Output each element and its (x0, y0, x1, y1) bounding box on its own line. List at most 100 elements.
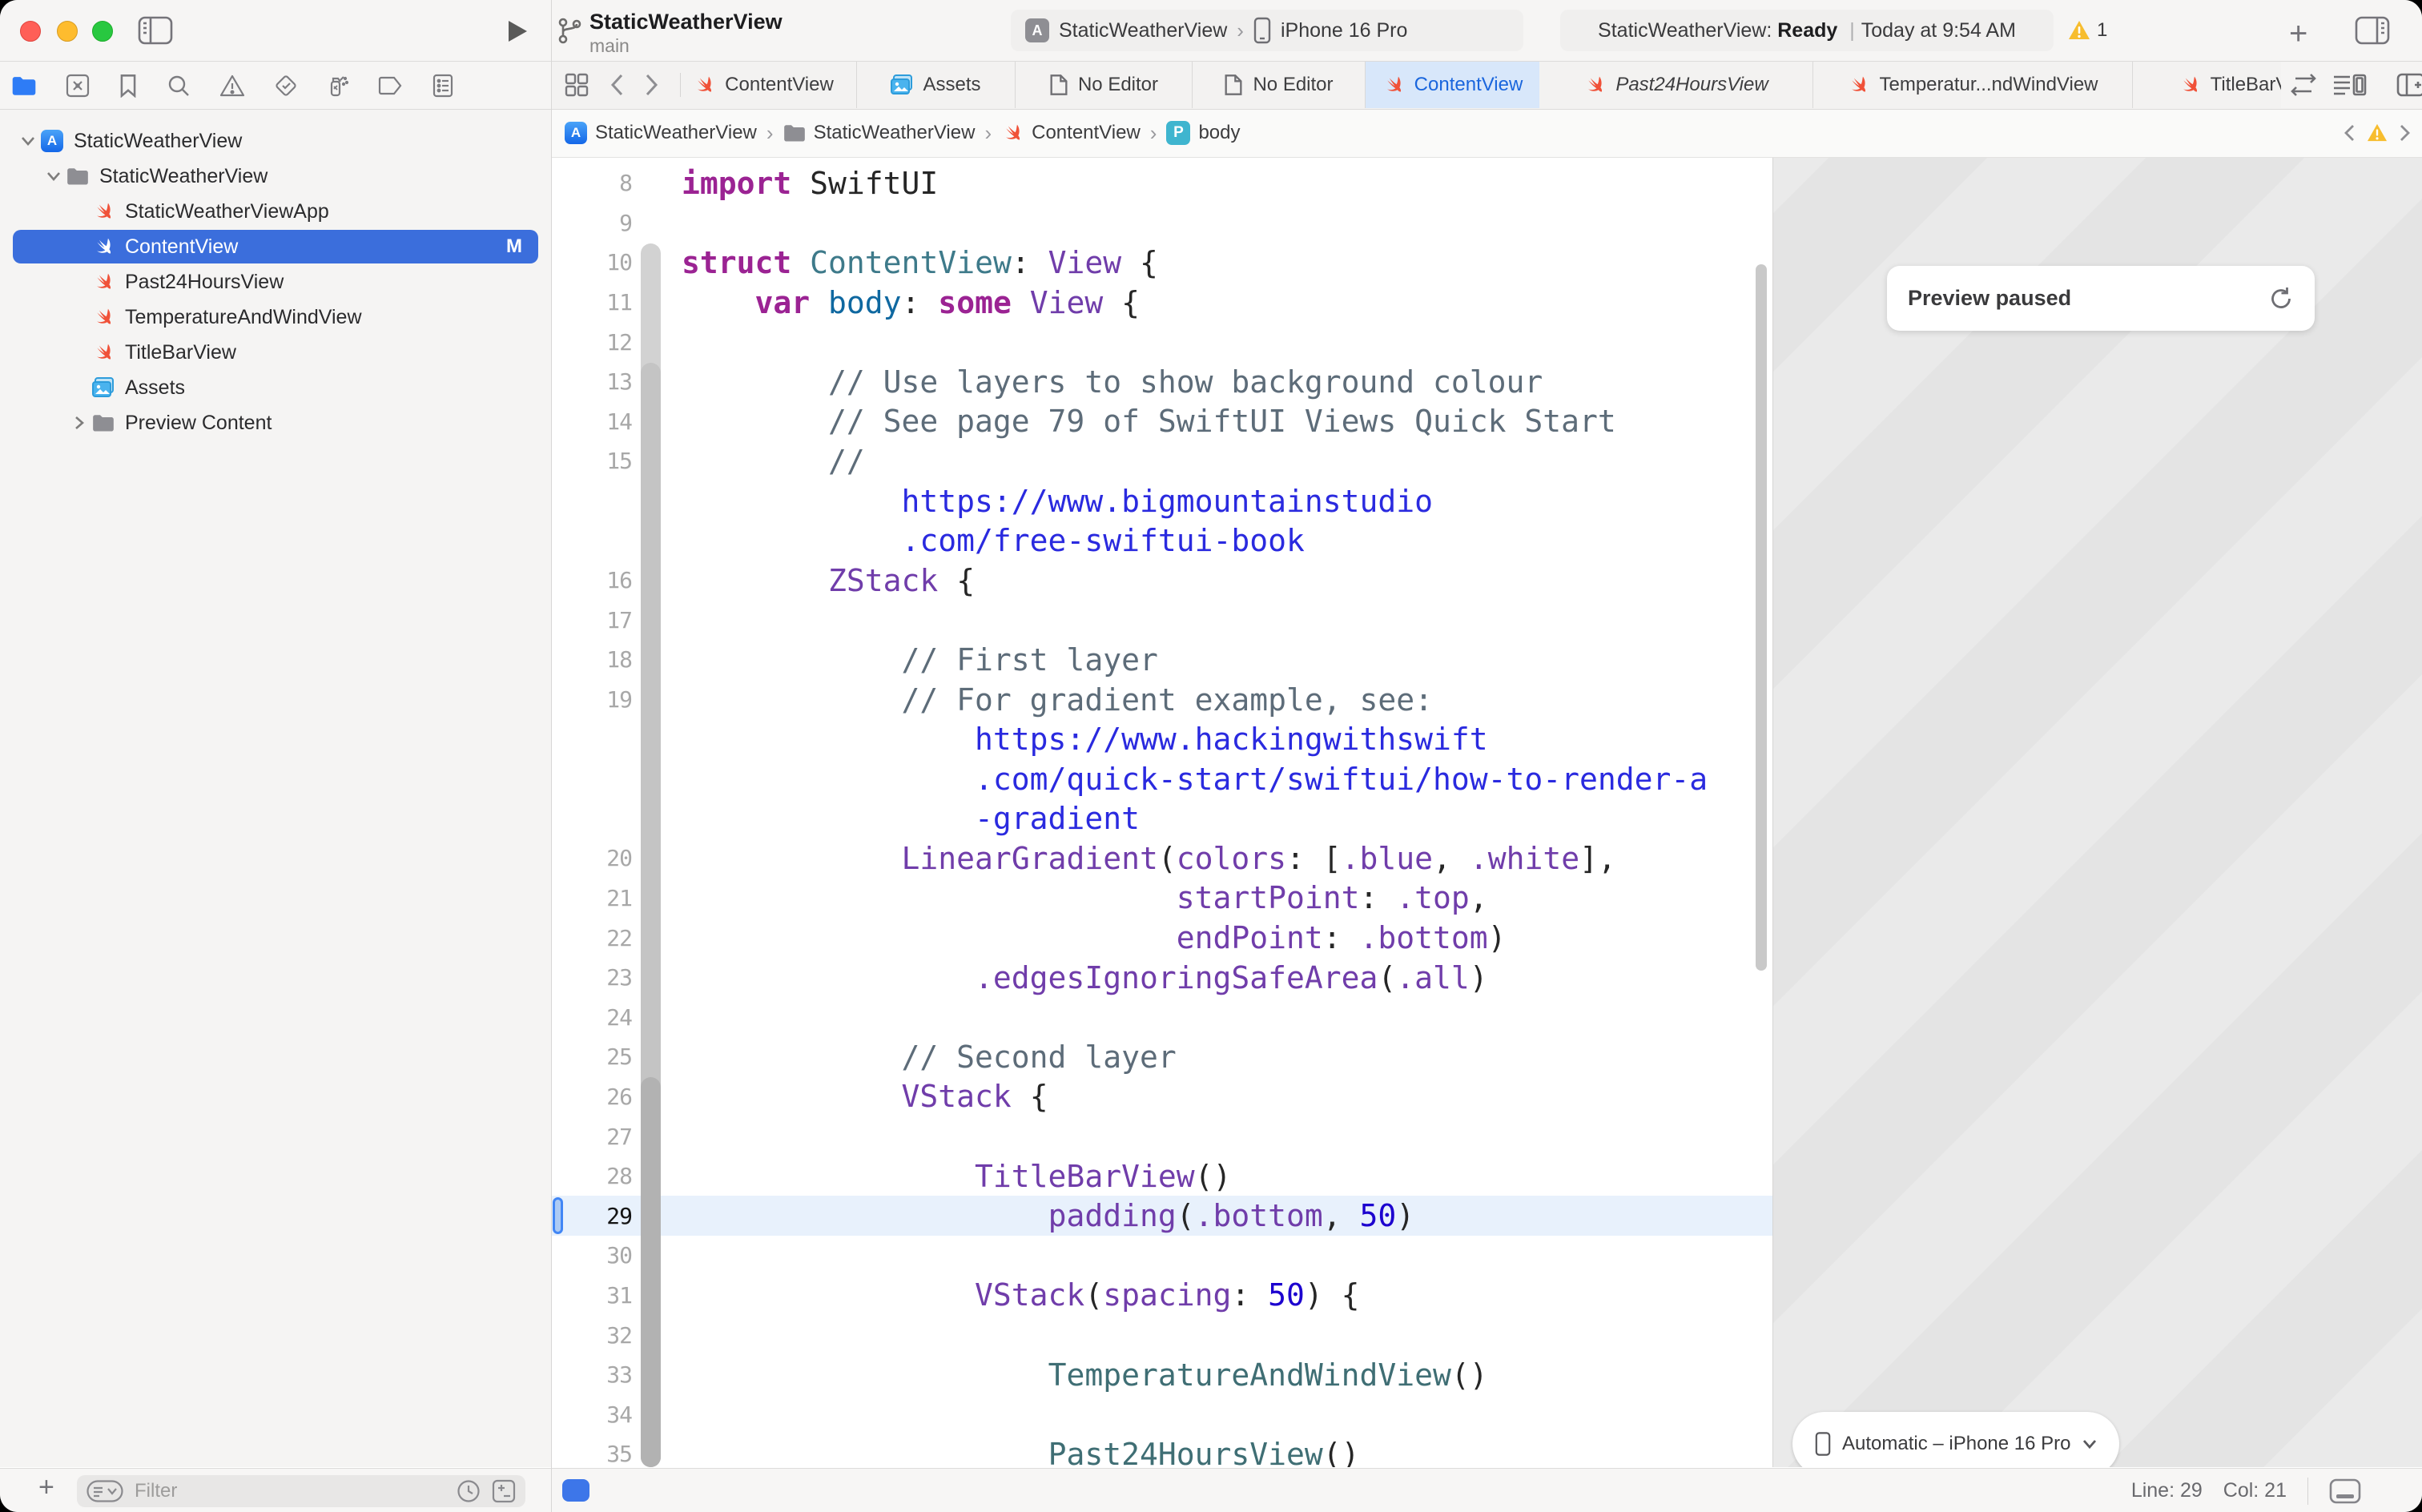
line-number[interactable]: 34 (563, 1401, 632, 1428)
tab-assets[interactable]: Assets (857, 62, 1016, 108)
code-line-30[interactable]: 30 (552, 1236, 1772, 1276)
code-text[interactable]: TemperatureAndWindView() (682, 1357, 1488, 1393)
sidebar-item-staticweatherview[interactable]: AStaticWeatherView (0, 123, 551, 159)
code-text[interactable]: struct ContentView: View { (682, 245, 1158, 280)
line-number[interactable]: 21 (563, 885, 632, 911)
sidebar-item-past24hoursview[interactable]: Past24HoursView (0, 264, 551, 300)
sidebar-item-temperatureandwindview[interactable]: TemperatureAndWindView (0, 300, 551, 335)
editor-preview-divider[interactable] (1772, 158, 1773, 1467)
line-number[interactable]: 28 (563, 1163, 632, 1189)
code-text[interactable]: import SwiftUI (682, 166, 938, 201)
code-line-19[interactable]: 19 // For gradient example, see: (552, 680, 1772, 720)
issues-icon[interactable] (219, 74, 245, 97)
editor-scrollbar[interactable] (1756, 264, 1767, 971)
line-number[interactable]: 9 (563, 210, 632, 236)
tab-contentview[interactable]: ContentView (1366, 62, 1539, 108)
code-line-10[interactable]: 10 struct ContentView: View { (552, 243, 1772, 283)
line-number[interactable]: 19 (563, 686, 632, 713)
tests-icon[interactable] (274, 74, 298, 98)
run-button[interactable] (503, 18, 530, 45)
code-line-24[interactable]: 24 (552, 997, 1772, 1037)
code-text[interactable]: // For gradient example, see: (682, 682, 1433, 718)
source-control-filter-icon[interactable] (492, 1479, 516, 1503)
line-number[interactable]: 18 (563, 646, 632, 673)
disclosure-down-icon[interactable] (43, 171, 64, 181)
code-line-14[interactable]: 14 // See page 79 of SwiftUI Views Quick… (552, 402, 1772, 442)
previous-issue-icon[interactable] (2344, 123, 2356, 143)
refresh-icon[interactable] (2268, 286, 2294, 312)
code-line-31[interactable]: 31 VStack(spacing: 50) { (552, 1276, 1772, 1316)
line-number[interactable]: 32 (563, 1322, 632, 1349)
source-editor[interactable]: 8import SwiftUI 9 10 struct ContentView: Vi… (552, 158, 1772, 1467)
line-number[interactable]: 33 (563, 1361, 632, 1388)
code-line-18[interactable]: 18 // First layer (552, 640, 1772, 680)
preview-device-selector[interactable]: Automatic – iPhone 16 Pro (1792, 1412, 2119, 1467)
code-text[interactable]: // Second layer (682, 1040, 1177, 1075)
code-text[interactable]: VStack(spacing: 50) { (682, 1277, 1360, 1313)
code-line-23[interactable]: 23 .edgesIgnoringSafeArea(.all) (552, 958, 1772, 998)
code-text[interactable]: .edgesIgnoringSafeArea(.all) (682, 960, 1488, 995)
warning-count-badge[interactable]: 1 (2068, 19, 2107, 42)
minimize-window-button[interactable] (57, 21, 78, 42)
code-text[interactable]: padding(.bottom, 50) (682, 1198, 1414, 1233)
recent-files-icon[interactable] (457, 1479, 481, 1503)
sidebar-divider[interactable] (551, 0, 552, 1512)
code-text[interactable]: Past24HoursView() (682, 1437, 1360, 1467)
line-number[interactable]: 27 (563, 1124, 632, 1150)
code-line-wrap[interactable]: -gradient (552, 799, 1772, 839)
code-text[interactable]: // First layer (682, 642, 1158, 678)
breadcrumb-body[interactable]: Pbody (1166, 121, 1240, 145)
folder-icon[interactable] (11, 75, 37, 96)
tab-no-editor[interactable]: No Editor (1193, 62, 1366, 108)
search-icon[interactable] (167, 74, 191, 98)
breakpoints-icon[interactable] (378, 76, 404, 95)
line-number[interactable]: 24 (563, 1004, 632, 1031)
disclosure-down-icon[interactable] (18, 136, 38, 146)
breadcrumb-contentview[interactable]: ContentView (1001, 122, 1141, 144)
line-number[interactable]: 26 (563, 1084, 632, 1110)
code-line-22[interactable]: 22 endPoint: .bottom) (552, 918, 1772, 958)
line-number[interactable]: 31 (563, 1282, 632, 1309)
tab-no-editor[interactable]: No Editor (1016, 62, 1193, 108)
code-line-wrap[interactable]: .com/quick-start/swiftui/how-to-render-a (552, 759, 1772, 799)
disclosure-right-icon[interactable] (69, 416, 90, 430)
code-text[interactable]: https://www.hackingwithswift (682, 722, 1488, 757)
code-text[interactable]: LinearGradient(colors: [.blue, .white], (682, 841, 1616, 876)
debug-icon[interactable] (327, 74, 349, 98)
add-tab-button[interactable]: + (2289, 16, 2307, 52)
activity-status[interactable]: StaticWeatherView: Ready |Today at 9:54 … (1560, 10, 2054, 51)
breadcrumb-staticweatherview[interactable]: AStaticWeatherView (565, 122, 757, 144)
tab-temperatur-ndwindview[interactable]: Temperatur...ndWindView (1813, 62, 2133, 108)
reports-icon[interactable] (432, 74, 453, 98)
code-line-34[interactable]: 34 (552, 1394, 1772, 1434)
code-text[interactable]: var body: some View { (682, 285, 1140, 320)
line-number[interactable]: 13 (563, 368, 632, 395)
code-text[interactable]: // See page 79 of SwiftUI Views Quick St… (682, 404, 1616, 439)
next-issue-icon[interactable] (2399, 123, 2411, 143)
close-window-button[interactable] (20, 21, 41, 42)
tab-past24hoursview[interactable]: Past24HoursView (1539, 62, 1813, 108)
code-text[interactable]: .com/quick-start/swiftui/how-to-render-a (682, 762, 1708, 797)
toggle-inspector-icon[interactable] (2355, 16, 2390, 45)
line-number[interactable]: 12 (563, 329, 632, 356)
code-line-16[interactable]: 16 ZStack { (552, 561, 1772, 601)
code-text[interactable]: .com/free-swiftui-book (682, 523, 1305, 558)
code-text[interactable]: https://www.bigmountainstudio (682, 484, 1433, 519)
source-control-icon[interactable] (66, 74, 90, 98)
code-line-26[interactable]: 26 VStack { (552, 1077, 1772, 1117)
line-number[interactable]: 15 (563, 448, 632, 474)
toggle-navigator-icon[interactable] (138, 16, 173, 45)
code-text[interactable]: VStack { (682, 1079, 1048, 1114)
line-number[interactable]: 17 (563, 607, 632, 633)
warning-icon[interactable] (2367, 123, 2388, 143)
code-line-32[interactable]: 32 (552, 1315, 1772, 1355)
code-line-8[interactable]: 8import SwiftUI (552, 163, 1772, 203)
add-file-button[interactable]: + (38, 1472, 54, 1503)
line-number[interactable]: 10 (563, 249, 632, 275)
line-number[interactable]: 29 (563, 1203, 632, 1229)
code-line-wrap[interactable]: https://www.bigmountainstudio (552, 481, 1772, 521)
code-line-13[interactable]: 13 // Use layers to show background colo… (552, 362, 1772, 402)
code-line-28[interactable]: 28 TitleBarView() (552, 1156, 1772, 1196)
code-text[interactable]: -gradient (682, 801, 1140, 836)
code-line-12[interactable]: 12 (552, 322, 1772, 362)
